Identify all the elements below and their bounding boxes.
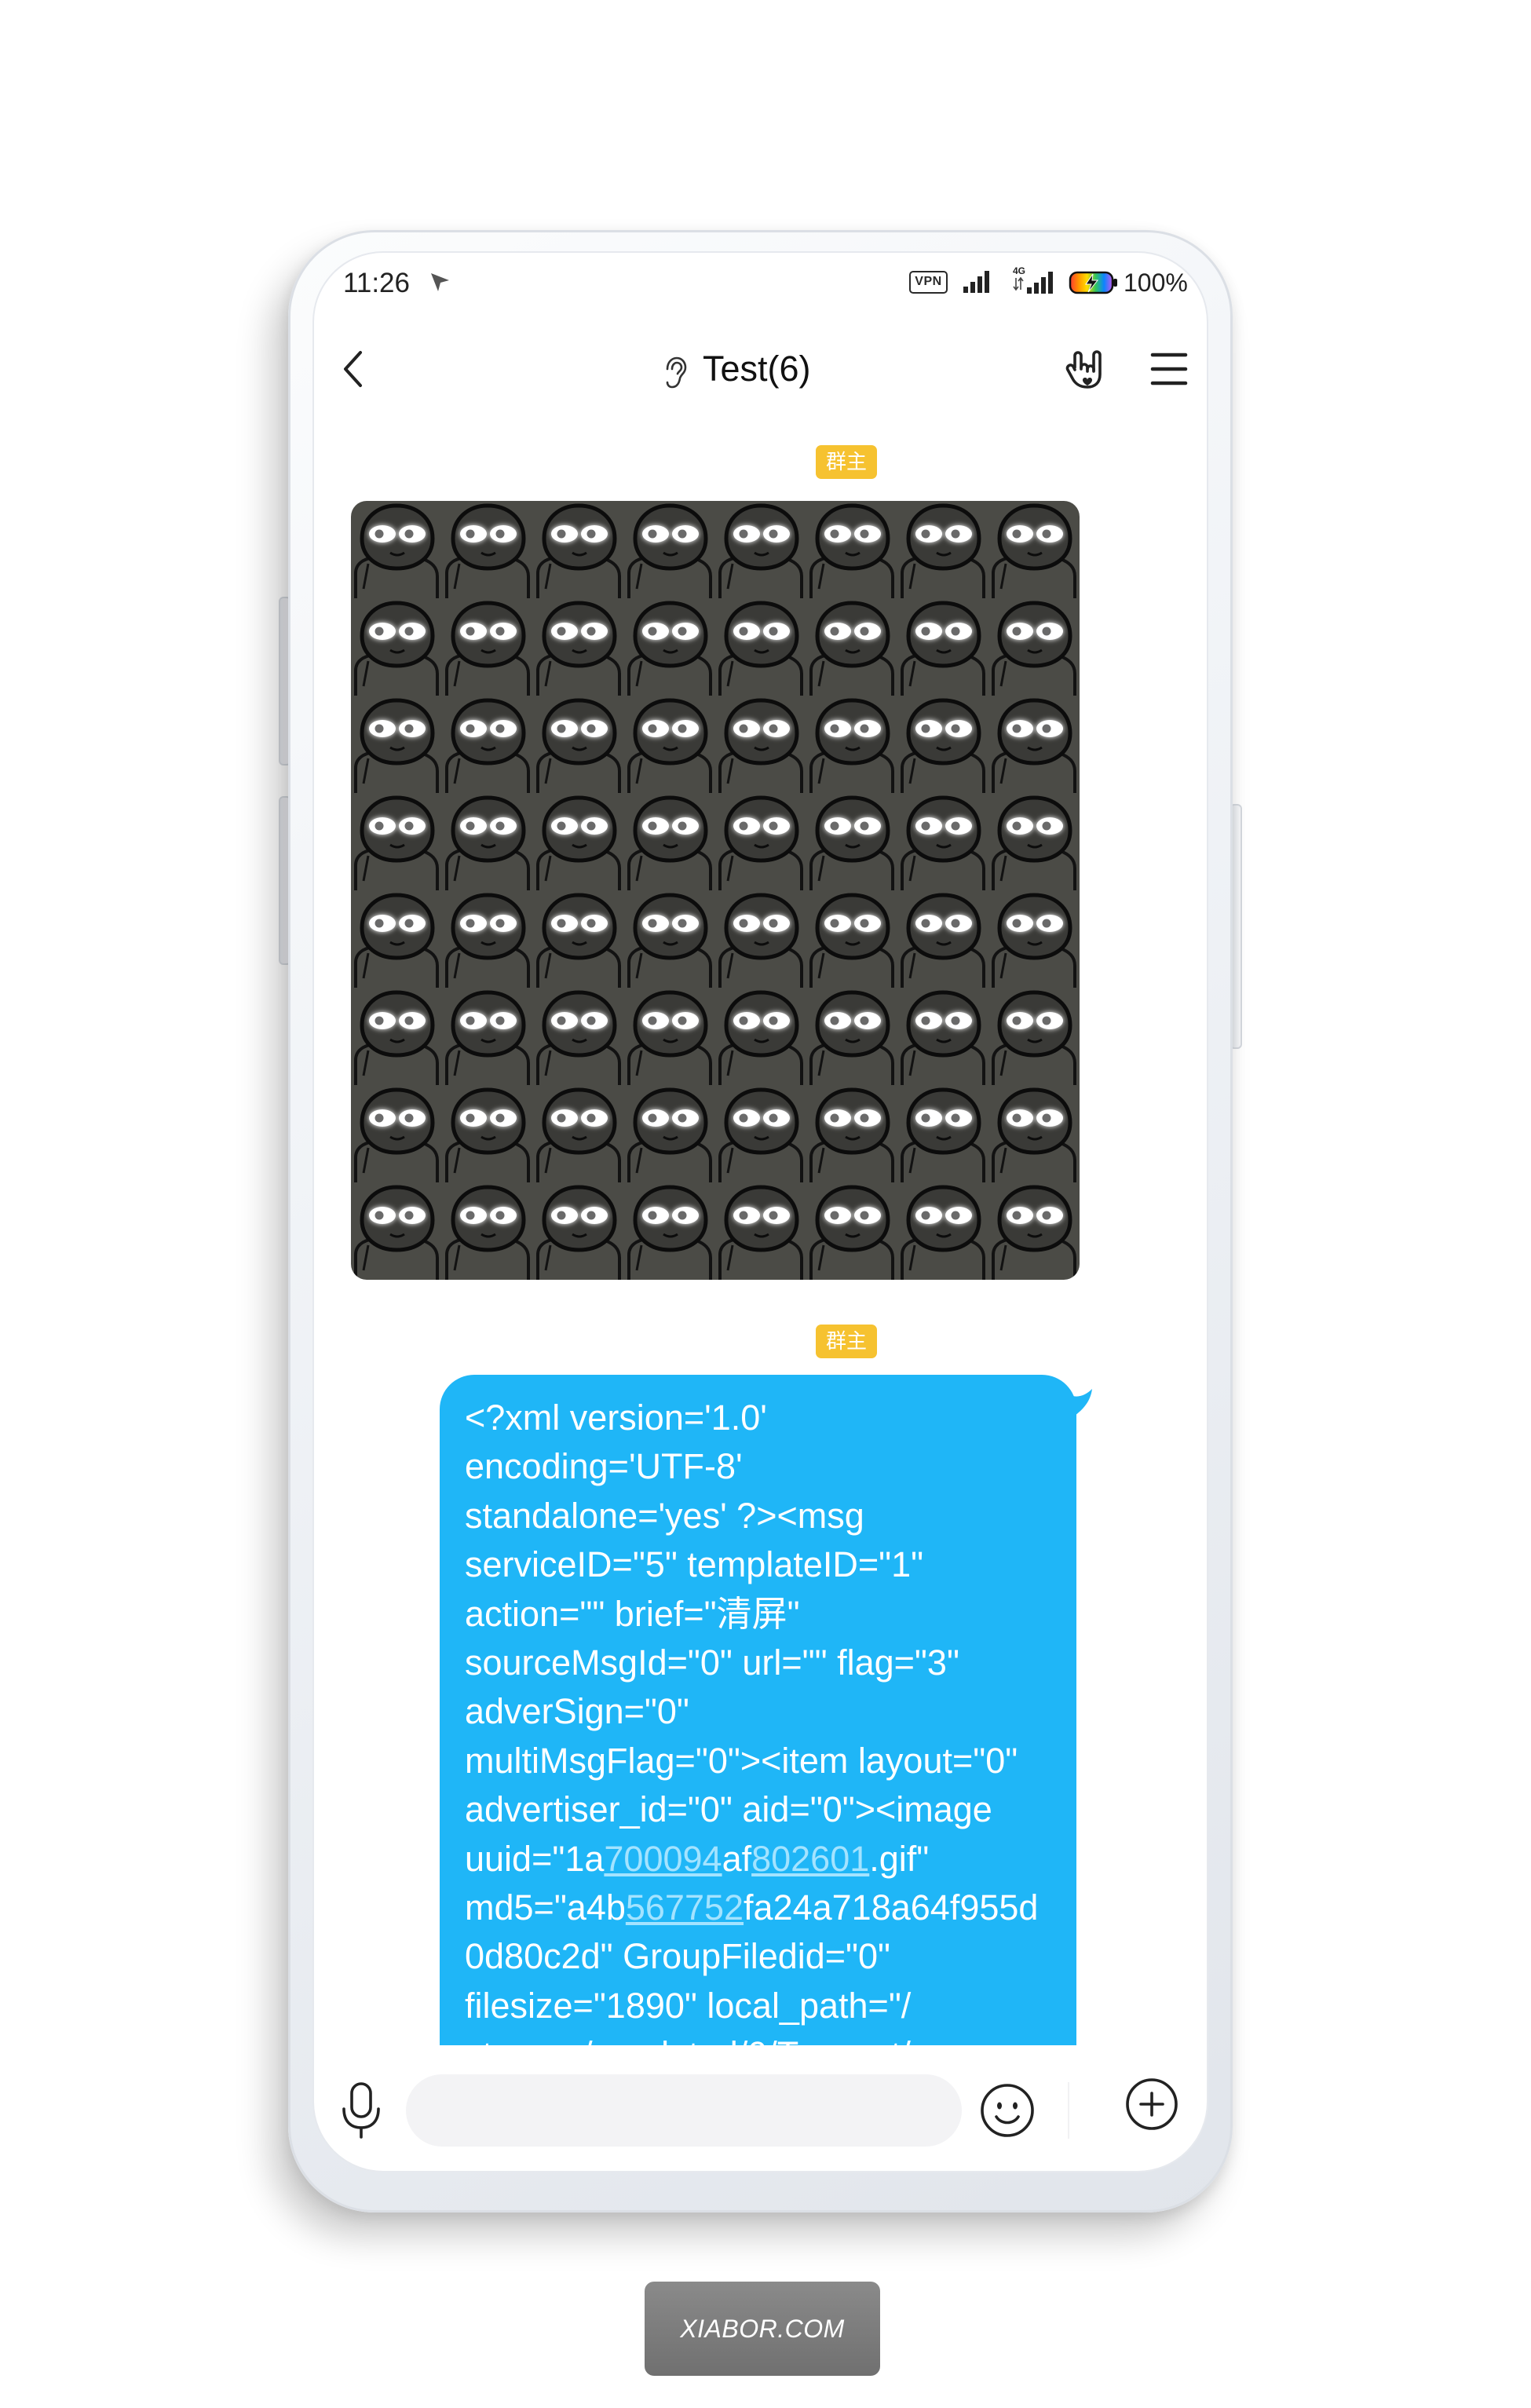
ear-icon (666, 356, 687, 389)
message-line: md5="a4b567752fa24a718a64f955d (465, 1884, 1061, 1932)
hand-gesture-icon[interactable] (1064, 349, 1105, 389)
message-text-segment: action="" brief="清屏" (465, 1593, 800, 1634)
vpn-label: VPN (915, 275, 942, 288)
message-text-segment: filesize="1890" local_path="/ (465, 1985, 912, 2026)
message-line: action="" brief="清屏" (465, 1590, 1061, 1639)
microphone-icon[interactable] (340, 2081, 382, 2139)
number-link[interactable]: 567752 (626, 1887, 744, 1927)
message-line: adverSign="0" (465, 1687, 1061, 1736)
chevron-left-icon[interactable] (342, 349, 365, 389)
signal-4g-icon: 4G (1013, 265, 1053, 294)
location-arrow-icon (431, 273, 449, 291)
message-text-segment: standalone='yes' ?><msg (465, 1495, 864, 1536)
status-time: 11:26 (343, 268, 410, 298)
message-text-segment: uuid="1a (465, 1838, 605, 1879)
message-line: storage/emulated/0/Tencent/ (465, 2030, 1061, 2045)
message-line: <?xml version='1.0' (465, 1394, 1061, 1442)
message-text-segment: serviceID="5" templateID="1" (465, 1544, 924, 1585)
message-text-segment: encoding='UTF-8' (465, 1446, 743, 1487)
signal-bars-icon (963, 271, 989, 293)
phone-frame: 11:26 VPN 4G 100% Test(6) 群主 群主 <?xml ve… (288, 230, 1233, 2213)
message-line: encoding='UTF-8' (465, 1442, 1061, 1491)
number-link[interactable]: 802601 (751, 1839, 869, 1879)
input-divider (1068, 2082, 1069, 2139)
message-line: sourceMsgId="0" url="" flag="3" (465, 1639, 1061, 1687)
message-text-segment: 0d80c2d" GroupFiledid="0" (465, 1936, 891, 1977)
network-type-label: 4G (1013, 265, 1025, 276)
watermark: XIABOR.COM (645, 2282, 880, 2376)
owner-badge: 群主 (816, 1325, 877, 1358)
message-line: filesize="1890" local_path="/ (465, 1982, 1061, 2030)
sticker-grid (351, 501, 1080, 1280)
message-list[interactable]: 群主 群主 <?xml version='1.0' encoding='UTF-… (314, 410, 1207, 2045)
message-line: advertiser_id="0" aid="0"><image (465, 1785, 1061, 1834)
message-text-segment: multiMsgFlag="0"><item layout="0" (465, 1740, 1018, 1781)
hamburger-menu-icon[interactable] (1150, 352, 1188, 386)
sticker-image[interactable] (351, 501, 1080, 1280)
owner-badge: 群主 (816, 445, 877, 479)
battery-percent: 100% (1124, 269, 1188, 297)
message-text-segment: <?xml version='1.0' (465, 1398, 767, 1438)
message-text-segment: md5="a4b (465, 1887, 626, 1927)
message-text-segment: af (722, 1838, 752, 1879)
plus-circle-icon[interactable] (1124, 2077, 1179, 2132)
message-text-segment: fa24a718a64f955d (744, 1887, 1039, 1927)
bubble-tail (1070, 1389, 1092, 1419)
message-line: 0d80c2d" GroupFiledid="0" (465, 1932, 1061, 1981)
message-text-segment: adverSign="0" (465, 1691, 689, 1732)
number-link[interactable]: 700094 (604, 1839, 722, 1879)
message-line: serviceID="5" templateID="1" (465, 1540, 1061, 1589)
message-text-segment: storage/emulated/0/Tencent/ (465, 2034, 911, 2045)
message-line: standalone='yes' ?><msg (465, 1492, 1061, 1540)
message-line: uuid="1a700094af802601.gif" (465, 1835, 1061, 1884)
message-text: <?xml version='1.0' encoding='UTF-8' stand… (465, 1394, 1061, 2045)
message-text-segment: sourceMsgId="0" url="" flag="3" (465, 1642, 959, 1683)
message-text-segment: advertiser_id="0" aid="0"><image (465, 1789, 992, 1830)
message-line: multiMsgFlag="0"><item layout="0" (465, 1737, 1061, 1785)
message-text-segment: .gif" (869, 1838, 930, 1879)
chat-title: Test(6) (703, 349, 811, 389)
vpn-icon: VPN (909, 271, 948, 294)
battery-charging-icon (1069, 271, 1117, 294)
emoji-icon[interactable] (979, 2082, 1036, 2139)
message-input[interactable] (406, 2074, 962, 2147)
text-message-bubble[interactable]: <?xml version='1.0' encoding='UTF-8' stand… (440, 1375, 1076, 2045)
phone-screen: 11:26 VPN 4G 100% Test(6) 群主 群主 <?xml ve… (314, 253, 1207, 2171)
